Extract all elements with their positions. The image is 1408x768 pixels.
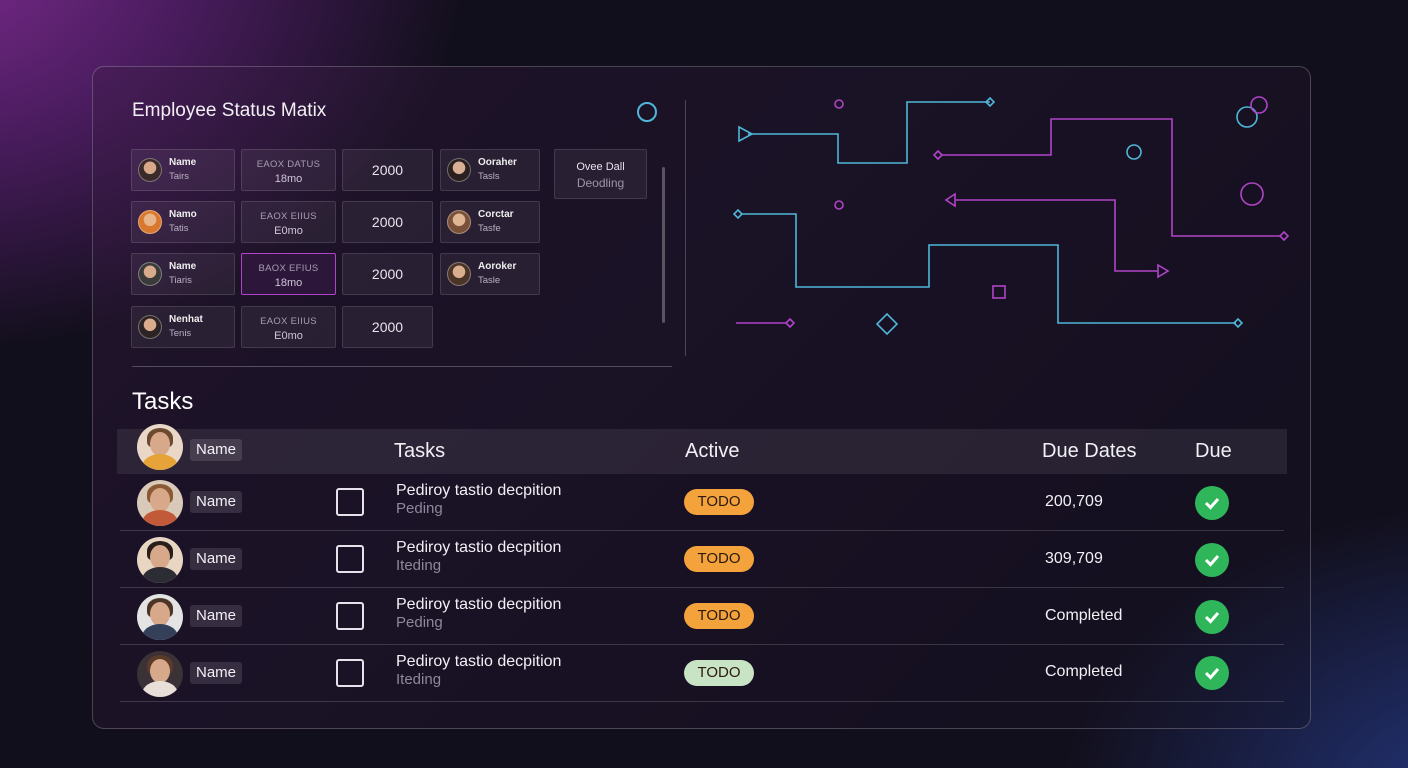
task-checkbox[interactable] xyxy=(336,488,364,516)
node-icon xyxy=(1126,144,1142,160)
column-header-due[interactable]: Due xyxy=(1195,440,1232,463)
square-icon xyxy=(992,285,1006,299)
task-checkbox[interactable] xyxy=(336,602,364,630)
due-date: Completed xyxy=(1045,663,1123,680)
avatar xyxy=(137,480,183,526)
assignee-name: Name xyxy=(190,662,243,684)
task-checkbox[interactable] xyxy=(336,545,364,573)
node-icon xyxy=(834,200,844,210)
check-icon[interactable] xyxy=(1195,486,1229,520)
assignee-name: Name xyxy=(190,548,243,570)
task-checkbox[interactable] xyxy=(336,659,364,687)
avatar xyxy=(137,651,183,697)
avatar xyxy=(137,424,183,470)
node-icon xyxy=(1250,96,1268,114)
check-icon[interactable] xyxy=(1195,656,1229,690)
task-substatus: Peding xyxy=(396,614,443,631)
arrow-icon xyxy=(944,192,956,208)
diamond-icon xyxy=(732,208,744,220)
task-description: Pediroy tastio decpition xyxy=(396,653,562,670)
assignee-name: Name xyxy=(190,491,243,513)
avatar xyxy=(137,537,183,583)
task-substatus: Peding xyxy=(396,500,443,517)
circuit-line xyxy=(956,199,1158,272)
status-badge[interactable]: TODO xyxy=(684,489,754,515)
diamond-icon xyxy=(932,149,944,161)
circuit-line xyxy=(748,101,990,164)
task-substatus: Iteding xyxy=(396,671,442,688)
avatar xyxy=(137,594,183,640)
arrow-icon xyxy=(1157,263,1170,279)
circuit-line xyxy=(742,213,1236,324)
diamond-icon xyxy=(1278,230,1290,242)
due-date: 200,709 xyxy=(1045,493,1103,510)
status-badge[interactable]: TODO xyxy=(684,546,754,572)
diamond-icon xyxy=(875,312,899,336)
header-name-label: Name xyxy=(190,439,243,461)
assignee-name: Name xyxy=(190,605,243,627)
due-date: 309,709 xyxy=(1045,550,1103,567)
status-badge[interactable]: TODO xyxy=(684,603,754,629)
task-description: Pediroy tastio decpition xyxy=(396,482,562,499)
task-description: Pediroy tastio decpition xyxy=(396,596,562,613)
tasks-title: Tasks xyxy=(132,388,194,415)
diamond-icon xyxy=(784,317,796,329)
task-description: Pediroy tastio decpition xyxy=(396,539,562,556)
column-header-tasks[interactable]: Tasks xyxy=(394,440,445,463)
task-substatus: Iteding xyxy=(396,557,442,574)
status-badge[interactable]: TODO xyxy=(684,660,754,686)
due-date: Completed xyxy=(1045,607,1123,624)
circuit-line xyxy=(942,118,1280,237)
node-icon xyxy=(1240,182,1264,206)
check-icon[interactable] xyxy=(1195,543,1229,577)
node-icon xyxy=(834,99,844,109)
node-icon xyxy=(1236,106,1258,128)
column-header-due-dates[interactable]: Due Dates xyxy=(1042,440,1137,463)
column-header-active[interactable]: Active xyxy=(685,440,739,463)
check-icon[interactable] xyxy=(1195,600,1229,634)
